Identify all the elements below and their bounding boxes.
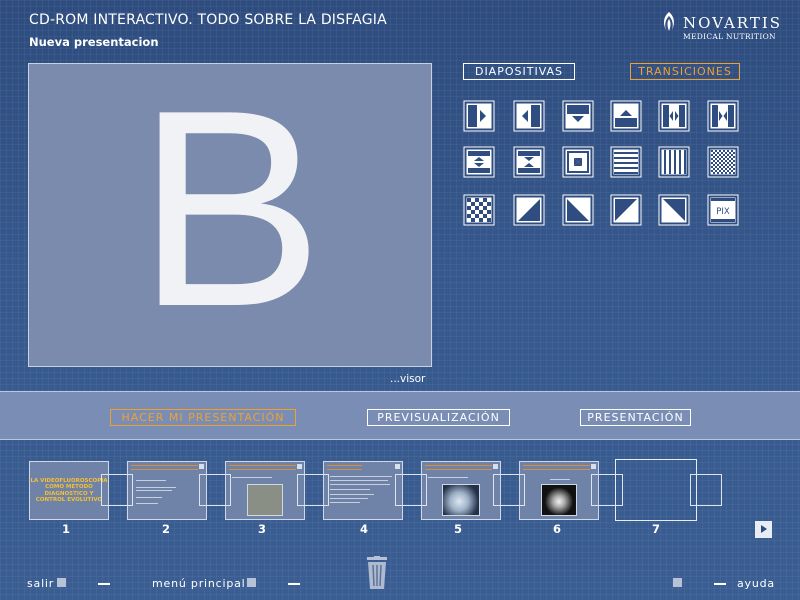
slide-thumbnail-4[interactable] xyxy=(323,461,403,520)
transition-slot[interactable] xyxy=(690,474,722,506)
transition-slot[interactable] xyxy=(297,474,329,506)
help-link[interactable]: ayuda xyxy=(737,577,775,590)
dash-icon xyxy=(98,583,110,585)
dash-icon xyxy=(288,583,300,585)
wipe-down-icon[interactable] xyxy=(562,100,594,132)
diagonal-bottom-left-icon[interactable] xyxy=(562,194,594,226)
checkerboard-icon[interactable] xyxy=(463,194,495,226)
help-square-icon[interactable] xyxy=(673,578,682,587)
presentation-name: Nueva presentacion xyxy=(29,35,159,49)
split-horizontal-out-icon[interactable] xyxy=(658,100,690,132)
split-vertical-in-icon[interactable] xyxy=(513,146,545,178)
dash-icon xyxy=(714,583,726,585)
slide-preview: B xyxy=(28,63,432,367)
transition-slot[interactable] xyxy=(591,474,623,506)
slide-thumbnail-6[interactable] xyxy=(519,461,599,520)
box-in-icon[interactable] xyxy=(562,146,594,178)
transition-slot[interactable] xyxy=(101,474,133,506)
split-horizontal-in-icon[interactable] xyxy=(707,100,739,132)
svg-text:PIX: PIX xyxy=(716,207,730,217)
blinds-horizontal-icon[interactable] xyxy=(610,146,642,178)
transition-slot[interactable] xyxy=(395,474,427,506)
tab-diapositivas[interactable]: DIAPOSITIVAS xyxy=(463,63,575,80)
slide-number: 1 xyxy=(61,522,70,536)
salir-link[interactable]: salir xyxy=(27,577,54,590)
transition-slot[interactable] xyxy=(199,474,231,506)
slide-thumbnail-5[interactable] xyxy=(421,461,501,520)
slide-number: 2 xyxy=(161,522,170,536)
blinds-vertical-icon[interactable] xyxy=(658,146,690,178)
slide-thumbnail-7[interactable] xyxy=(615,459,697,521)
wipe-right-icon[interactable] xyxy=(463,100,495,132)
slide-number: 6 xyxy=(552,522,561,536)
pix-icon[interactable]: PIX xyxy=(707,194,739,226)
split-vertical-out-icon[interactable] xyxy=(463,146,495,178)
menu-square-icon[interactable] xyxy=(247,578,256,587)
transition-slot[interactable] xyxy=(493,474,525,506)
diagonal-top-left-icon[interactable] xyxy=(610,194,642,226)
slide-thumbnail-2[interactable] xyxy=(127,461,207,520)
make-presentation-button[interactable]: HACER MI PRESENTACIÓN xyxy=(110,409,296,426)
slide-thumbnail-3[interactable] xyxy=(225,461,305,520)
slide-number: 5 xyxy=(453,522,462,536)
logo-subtitle: MEDICAL NUTRITION xyxy=(683,32,776,41)
slide-title-text: LA VIDEOFLUOROSCOPIA COMO METODO DIAGNOS… xyxy=(30,478,108,504)
wipe-left-icon[interactable] xyxy=(513,100,545,132)
dissolve-icon[interactable] xyxy=(707,146,739,178)
slide-thumbnail-1[interactable]: LA VIDEOFLUOROSCOPIA COMO METODO DIAGNOS… xyxy=(29,461,109,520)
action-bar: HACER MI PRESENTACIÓN PREVISUALIZACIÓN P… xyxy=(0,391,800,440)
main-menu-link[interactable]: menú principal xyxy=(152,577,246,590)
presentation-button[interactable]: PRESENTACIÓN xyxy=(580,409,691,426)
slide-number: 4 xyxy=(359,522,368,536)
diagonal-top-right-icon[interactable] xyxy=(658,194,690,226)
slide-number: 7 xyxy=(651,522,660,536)
visor-label: ...visor xyxy=(390,373,426,385)
novartis-logo: NOVARTIS MEDICAL NUTRITION xyxy=(657,8,787,48)
app-title: CD-ROM INTERACTIVO. TODO SOBRE LA DISFAG… xyxy=(29,12,387,28)
logo-brand: NOVARTIS xyxy=(683,14,783,32)
preview-letter: B xyxy=(136,53,324,365)
wipe-up-icon[interactable] xyxy=(610,100,642,132)
slide-number: 3 xyxy=(257,522,266,536)
salir-square-icon[interactable] xyxy=(57,578,66,587)
diagonal-bottom-right-icon[interactable] xyxy=(513,194,545,226)
trash-icon[interactable] xyxy=(364,556,390,590)
novartis-flame-icon xyxy=(664,12,674,31)
next-arrow-icon[interactable] xyxy=(755,521,772,538)
tab-transiciones[interactable]: TRANSICIONES xyxy=(630,63,740,80)
preview-button[interactable]: PREVISUALIZACIÓN xyxy=(367,409,510,426)
